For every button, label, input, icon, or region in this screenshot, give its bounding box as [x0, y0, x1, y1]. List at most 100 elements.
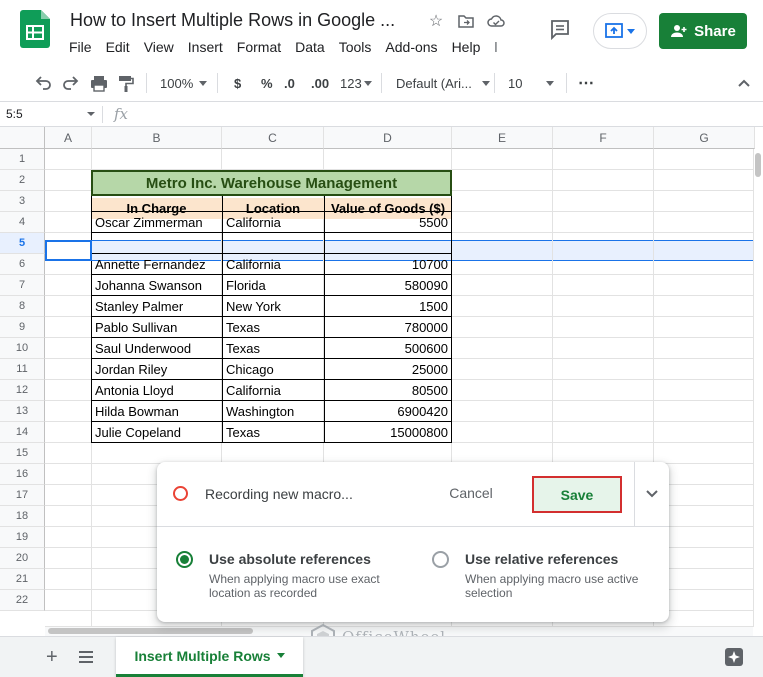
row-header-15[interactable]: 15 — [0, 443, 45, 464]
cloud-status-icon[interactable] — [486, 11, 506, 31]
currency-format-button[interactable]: $ — [234, 72, 241, 94]
row-header-17[interactable]: 17 — [0, 485, 45, 506]
add-sheet-icon[interactable]: + — [46, 647, 58, 667]
column-header-g[interactable]: G — [654, 127, 755, 149]
cancel-button[interactable]: Cancel — [435, 478, 507, 508]
print-icon[interactable] — [90, 72, 108, 94]
table-cell[interactable]: Stanley Palmer — [95, 296, 218, 317]
table-cell[interactable]: 1500 — [328, 296, 448, 317]
chevron-down-icon[interactable] — [276, 653, 285, 658]
menu-data[interactable]: Data — [288, 38, 332, 56]
name-box-dropdown-icon[interactable] — [87, 112, 95, 116]
paint-format-icon[interactable] — [118, 72, 134, 94]
sheets-logo-icon[interactable] — [20, 10, 50, 48]
select-all-corner[interactable] — [0, 127, 45, 149]
absolute-references-title[interactable]: Use absolute references — [209, 551, 371, 567]
table-cell[interactable]: 5500 — [328, 212, 448, 233]
row-header-4[interactable]: 4 — [0, 212, 45, 233]
row-header-12[interactable]: 12 — [0, 380, 45, 401]
name-box[interactable]: 5:5 — [6, 107, 23, 121]
explore-icon[interactable] — [724, 647, 744, 667]
row-header-9[interactable]: 9 — [0, 317, 45, 338]
table-cell[interactable]: Texas — [226, 338, 320, 359]
table-cell[interactable]: California — [226, 254, 320, 275]
row-header-10[interactable]: 10 — [0, 338, 45, 359]
row-header-18[interactable]: 18 — [0, 506, 45, 527]
menu-view[interactable]: View — [137, 38, 181, 56]
table-cell[interactable]: 15000800 — [328, 422, 448, 443]
menu-help[interactable]: Help — [445, 38, 488, 56]
document-title[interactable]: How to Insert Multiple Rows in Google ..… — [70, 10, 395, 31]
decrease-decimal-button[interactable]: .0 — [284, 72, 295, 94]
active-cell[interactable] — [45, 240, 92, 261]
horizontal-scroll-thumb[interactable] — [48, 628, 253, 634]
table-cell[interactable]: Chicago — [226, 359, 320, 380]
table-cell[interactable]: Texas — [226, 317, 320, 338]
relative-references-radio[interactable] — [432, 551, 449, 568]
row-header-13[interactable]: 13 — [0, 401, 45, 422]
column-header-e[interactable]: E — [452, 127, 553, 149]
comment-history-icon[interactable] — [548, 18, 572, 42]
menu-addons[interactable]: Add-ons — [378, 38, 444, 56]
share-button[interactable]: Share — [659, 13, 747, 49]
row-header-3[interactable]: 3 — [0, 191, 45, 212]
table-cell[interactable]: 580090 — [328, 275, 448, 296]
sheet-tab-insert-multiple-rows[interactable]: Insert Multiple Rows — [116, 637, 303, 677]
chevron-up-icon[interactable] — [737, 72, 751, 94]
table-cell[interactable] — [226, 233, 320, 254]
collapse-chevron-icon[interactable] — [644, 486, 660, 502]
row-header-20[interactable]: 20 — [0, 548, 45, 569]
vertical-scrollbar[interactable] — [753, 149, 763, 627]
increase-decimal-button[interactable]: .00 — [311, 72, 329, 94]
menu-format[interactable]: Format — [230, 38, 288, 56]
row-header-21[interactable]: 21 — [0, 569, 45, 590]
star-icon[interactable]: ☆ — [426, 11, 446, 31]
table-cell[interactable]: 80500 — [328, 380, 448, 401]
row-header-6[interactable]: 6 — [0, 254, 45, 275]
row-header-2[interactable]: 2 — [0, 170, 45, 191]
table-cell[interactable]: Julie Copeland — [95, 422, 218, 443]
table-cell[interactable] — [328, 233, 448, 254]
table-cell[interactable]: 780000 — [328, 317, 448, 338]
table-cell[interactable]: Florida — [226, 275, 320, 296]
absolute-references-radio[interactable] — [176, 551, 193, 568]
menu-tools[interactable]: Tools — [332, 38, 379, 56]
table-title[interactable]: Metro Inc. Warehouse Management — [91, 170, 452, 196]
row-header-16[interactable]: 16 — [0, 464, 45, 485]
undo-icon[interactable] — [34, 72, 52, 94]
move-folder-icon[interactable] — [456, 11, 476, 31]
table-cell[interactable]: Jordan Riley — [95, 359, 218, 380]
column-header-f[interactable]: F — [553, 127, 654, 149]
menu-edit[interactable]: Edit — [99, 38, 137, 56]
present-button[interactable] — [593, 13, 647, 49]
table-cell[interactable]: 25000 — [328, 359, 448, 380]
percent-format-button[interactable]: % — [261, 72, 273, 94]
row-header-14[interactable]: 14 — [0, 422, 45, 443]
save-button[interactable]: Save — [532, 476, 622, 513]
table-cell[interactable]: Antonia Lloyd — [95, 380, 218, 401]
number-format-select[interactable]: 123 — [340, 72, 372, 94]
font-size-select[interactable]: 10 — [508, 72, 555, 94]
table-cell[interactable]: Saul Underwood — [95, 338, 218, 359]
row-header-11[interactable]: 11 — [0, 359, 45, 380]
table-cell[interactable]: California — [226, 380, 320, 401]
relative-references-title[interactable]: Use relative references — [465, 551, 618, 567]
table-cell[interactable]: Annette Fernandez — [95, 254, 218, 275]
table-cell[interactable]: Texas — [226, 422, 320, 443]
table-cell[interactable]: Hilda Bowman — [95, 401, 218, 422]
row-header-1[interactable]: 1 — [0, 149, 45, 170]
table-cell[interactable]: 6900420 — [328, 401, 448, 422]
menu-insert[interactable]: Insert — [181, 38, 230, 56]
vertical-scroll-thumb[interactable] — [755, 153, 761, 177]
table-cell[interactable]: Washington — [226, 401, 320, 422]
menu-file[interactable]: File — [62, 38, 99, 56]
table-cell[interactable]: Oscar Zimmerman — [95, 212, 218, 233]
table-cell[interactable]: 500600 — [328, 338, 448, 359]
zoom-select[interactable]: 100% — [160, 72, 208, 94]
table-cell[interactable]: California — [226, 212, 320, 233]
table-cell[interactable]: Johanna Swanson — [95, 275, 218, 296]
column-header-a[interactable]: A — [45, 127, 92, 149]
table-cell[interactable]: New York — [226, 296, 320, 317]
all-sheets-menu-icon[interactable] — [79, 651, 93, 663]
row-header-5[interactable]: 5 — [0, 233, 45, 254]
